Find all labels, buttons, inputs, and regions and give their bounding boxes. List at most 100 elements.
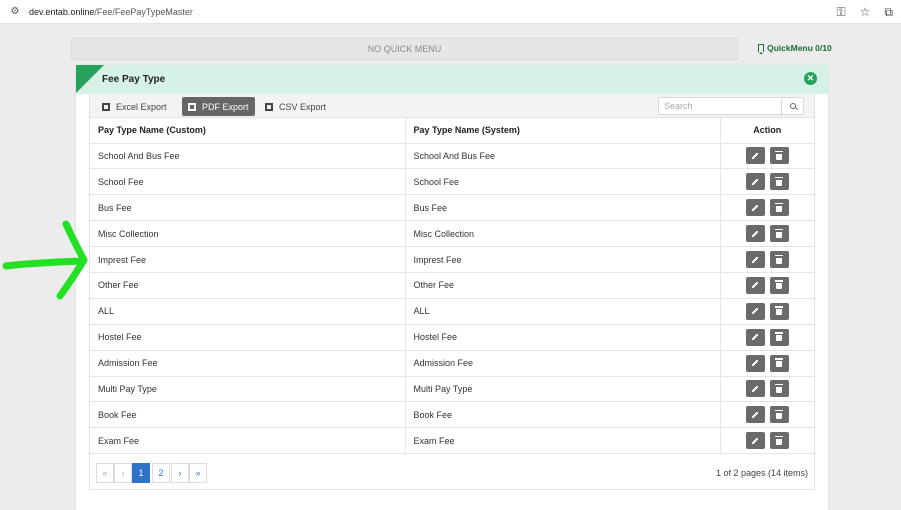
delete-button[interactable] — [769, 432, 789, 450]
password-key-icon[interactable]: ⚿ — [837, 5, 846, 20]
trash-icon — [775, 306, 784, 316]
row-actions — [721, 225, 815, 243]
search-icon — [789, 103, 796, 109]
quick-menu-empty-text: NO QUICK MENU — [367, 44, 442, 54]
table-row: Multi Pay Type Multi Pay Type — [90, 376, 814, 403]
edit-button[interactable] — [745, 380, 765, 398]
delete-button[interactable] — [769, 147, 789, 165]
delete-button[interactable] — [769, 276, 789, 294]
delete-button[interactable] — [769, 199, 789, 217]
table-row: Exam Fee Exam Fee — [90, 427, 815, 455]
page-1-button[interactable]: 1 — [132, 463, 150, 483]
system-name-cell: Exam Fee — [405, 427, 721, 455]
edit-button[interactable] — [745, 199, 765, 217]
action-cell — [720, 143, 814, 170]
prev-page-button[interactable]: ‹ — [114, 463, 132, 483]
column-header-custom[interactable]: Pay Type Name (Custom) — [90, 118, 406, 144]
pencil-icon — [751, 281, 759, 289]
system-name-cell: ALL — [405, 298, 721, 325]
delete-button[interactable] — [769, 173, 789, 191]
column-header-system[interactable]: Pay Type Name (System) — [405, 118, 721, 144]
custom-name-cell: Multi Pay Type — [90, 376, 406, 403]
system-name-cell: Imprest Fee — [405, 246, 721, 273]
panel-header: Fee Pay Type ✕ — [76, 65, 828, 94]
edit-button[interactable] — [745, 225, 765, 243]
pencil-icon — [751, 178, 759, 186]
extensions-icon[interactable]: ⧉ — [884, 5, 893, 20]
row-actions — [721, 328, 815, 346]
pencil-icon — [751, 411, 759, 419]
fee-pay-type-grid: Excel Export PDF Export CSV Export Pay T… — [89, 94, 815, 490]
delete-button[interactable] — [769, 302, 789, 320]
delete-button[interactable] — [769, 225, 789, 243]
pencil-icon — [751, 255, 759, 264]
address-url[interactable]: dev.entab.online/Fee/FeePayTypeMaster — [29, 7, 193, 17]
bookmark-star-icon[interactable]: ☆ — [860, 5, 871, 19]
pagination: « ‹ 1 2 › » 1 of 2 pages (14 items) — [90, 457, 814, 488]
edit-button[interactable] — [745, 147, 765, 165]
edit-button[interactable] — [745, 251, 765, 268]
last-page-button[interactable]: » — [189, 463, 207, 483]
edit-button[interactable] — [745, 432, 765, 450]
action-cell — [720, 194, 814, 222]
edit-button[interactable] — [745, 173, 765, 191]
pencil-icon — [751, 437, 759, 445]
table-row: School And Bus Fee School And Bus Fee — [90, 143, 814, 170]
table-row: Bus Fee Bus Fee — [90, 194, 814, 222]
custom-name-cell: Imprest Fee — [90, 246, 406, 273]
custom-name-cell: Other Fee — [90, 272, 406, 299]
row-actions — [721, 173, 815, 191]
pdf-export-button[interactable]: PDF Export — [182, 97, 255, 116]
pencil-icon — [751, 152, 759, 160]
edit-button[interactable] — [745, 276, 765, 294]
excel-export-button[interactable]: Excel Export — [96, 97, 173, 116]
pdf-export-label: PDF Export — [202, 101, 249, 112]
action-cell — [720, 324, 815, 351]
system-name-cell: Other Fee — [405, 272, 721, 299]
delete-button[interactable] — [769, 406, 789, 424]
edit-button[interactable] — [745, 354, 765, 372]
column-header-action: Action — [720, 118, 814, 144]
delete-button[interactable] — [769, 354, 789, 372]
action-cell — [720, 272, 815, 299]
site-settings-icon[interactable]: ⚙ — [8, 5, 22, 19]
next-page-button[interactable]: › — [171, 463, 189, 483]
edit-button[interactable] — [745, 302, 765, 320]
search-box — [658, 97, 804, 115]
table-row: ALL ALL — [90, 298, 814, 325]
row-actions — [721, 432, 815, 450]
first-page-button[interactable]: « — [96, 463, 114, 483]
table-row: Admission Fee Admission Fee — [90, 350, 814, 377]
system-name-cell: School Fee — [405, 168, 721, 196]
pencil-icon — [751, 230, 759, 238]
csv-export-button[interactable]: CSV Export — [259, 97, 332, 116]
edit-button[interactable] — [745, 328, 765, 346]
pencil-icon — [751, 333, 759, 341]
quick-menu-link-label: QuickMenu 0/10 — [767, 43, 832, 53]
page-2-button[interactable]: 2 — [152, 463, 170, 483]
edit-button[interactable] — [745, 406, 765, 424]
trash-icon — [775, 176, 784, 186]
delete-button[interactable] — [769, 380, 789, 398]
system-name-cell: Bus Fee — [405, 194, 721, 222]
pencil-icon — [751, 359, 759, 367]
url-path: /Fee/FeePayTypeMaster — [94, 6, 193, 17]
search-input[interactable] — [659, 98, 783, 114]
row-actions — [721, 276, 815, 294]
search-button[interactable] — [781, 98, 803, 114]
delete-button[interactable] — [769, 328, 789, 346]
system-name-cell: Multi Pay Type — [405, 376, 721, 403]
panel-title: Fee Pay Type — [102, 74, 166, 85]
custom-name-cell: School Fee — [90, 168, 406, 196]
system-name-cell: Admission Fee — [405, 350, 721, 377]
trash-icon — [775, 383, 784, 393]
quick-menu-link[interactable]: QuickMenu 0/10 — [758, 43, 832, 54]
arrow-right-icon — [2, 220, 88, 300]
close-icon[interactable]: ✕ — [804, 72, 817, 85]
trash-icon — [775, 409, 784, 419]
action-cell — [720, 168, 815, 196]
delete-button[interactable] — [769, 251, 789, 268]
table-row: Hostel Fee Hostel Fee — [90, 324, 815, 351]
pencil-icon — [751, 204, 759, 212]
system-name-cell: School And Bus Fee — [405, 143, 721, 170]
